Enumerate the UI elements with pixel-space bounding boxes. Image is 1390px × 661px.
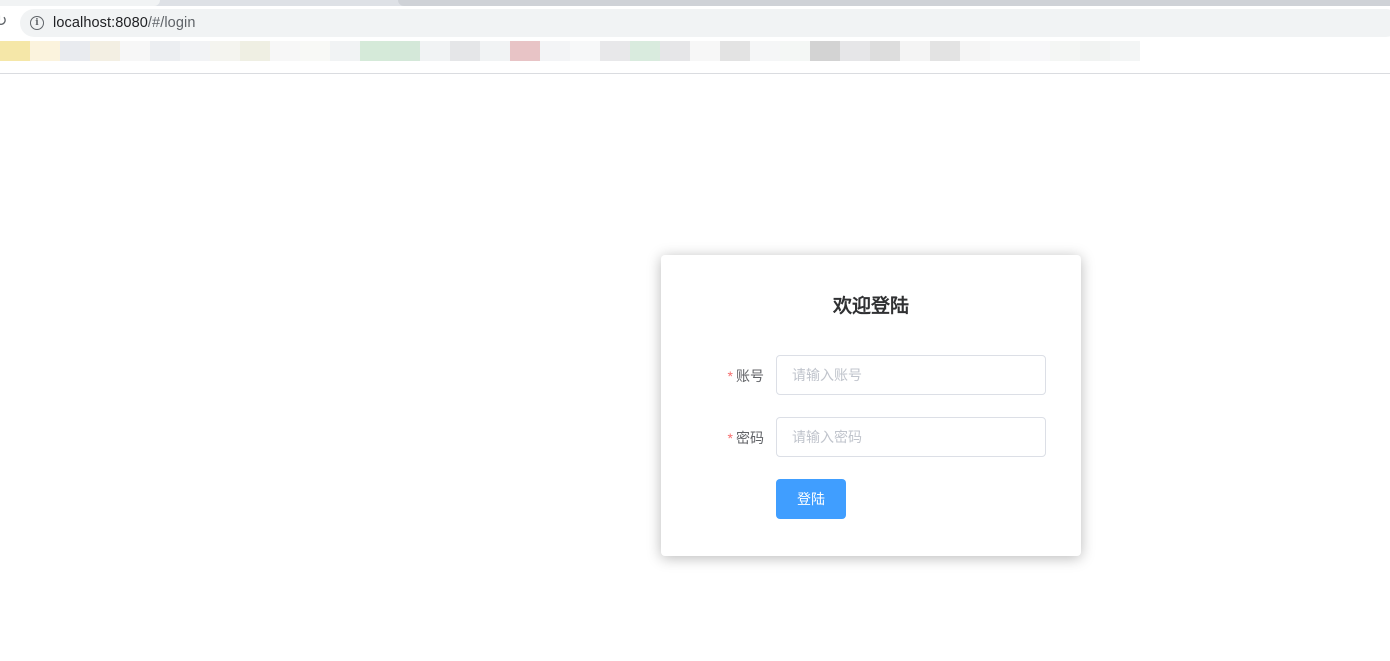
- required-mark: *: [727, 368, 733, 384]
- url-path: /#/login: [147, 15, 196, 31]
- password-label-text: 密码: [736, 430, 764, 446]
- bookmark-item[interactable]: [1110, 41, 1140, 61]
- account-label-text: 账号: [736, 368, 764, 384]
- bookmark-item[interactable]: [840, 41, 870, 61]
- login-title: 欢迎登陆: [832, 296, 909, 317]
- bookmark-item[interactable]: [630, 41, 660, 61]
- bookmark-item[interactable]: [1020, 41, 1050, 61]
- account-input[interactable]: [776, 355, 1046, 395]
- password-input[interactable]: [776, 417, 1046, 457]
- bookmarks-bar: [0, 40, 1390, 74]
- bookmark-item[interactable]: [420, 41, 450, 61]
- bookmark-item[interactable]: [390, 41, 420, 61]
- info-icon[interactable]: i: [30, 16, 44, 30]
- bookmark-item[interactable]: [0, 41, 30, 61]
- bookmark-item[interactable]: [1080, 41, 1110, 61]
- address-bar[interactable]: i localhost:8080/#/login: [20, 9, 1390, 37]
- bookmark-item[interactable]: [510, 41, 540, 61]
- bookmark-item[interactable]: [990, 41, 1020, 61]
- bookmark-item[interactable]: [330, 41, 360, 61]
- login-card: 欢迎登陆 *账号 *密码 登陆: [661, 255, 1081, 556]
- bookmark-item[interactable]: [60, 41, 90, 61]
- bookmark-item[interactable]: [720, 41, 750, 61]
- account-form-item: * 账号: [661, 355, 1081, 395]
- bookmark-item[interactable]: [960, 41, 990, 61]
- bookmark-item[interactable]: [120, 41, 150, 61]
- bookmark-item[interactable]: [660, 41, 690, 61]
- page-content: 欢迎登陆 *账号 *密码 登陆: [0, 74, 1390, 661]
- password-label: * 密码: [728, 428, 764, 448]
- bookmark-item[interactable]: [450, 41, 480, 61]
- bookmark-item[interactable]: [90, 41, 120, 61]
- url-text[interactable]: localhost:8080/#/login: [53, 15, 195, 31]
- bookmark-item[interactable]: [600, 41, 630, 61]
- bookmark-item[interactable]: [300, 41, 330, 61]
- bookmark-item[interactable]: [750, 41, 780, 61]
- password-form-item: * 密码: [661, 417, 1081, 457]
- bookmark-item[interactable]: [210, 41, 240, 61]
- bookmark-item[interactable]: [570, 41, 600, 61]
- bookmark-item[interactable]: [360, 41, 390, 61]
- bookmark-item[interactable]: [150, 41, 180, 61]
- bookmark-item[interactable]: [870, 41, 900, 61]
- bookmark-item[interactable]: [690, 41, 720, 61]
- reload-icon[interactable]: ↻: [0, 14, 10, 30]
- bookmark-item[interactable]: [930, 41, 960, 61]
- bookmark-item[interactable]: [780, 41, 810, 61]
- browser-toolbar: ↻ i localhost:8080/#/login: [0, 6, 1390, 40]
- bookmark-item[interactable]: [30, 41, 60, 61]
- bookmark-item[interactable]: [180, 41, 210, 61]
- url-host: localhost:8080: [53, 15, 148, 31]
- bookmark-item[interactable]: [540, 41, 570, 61]
- bookmark-item[interactable]: [810, 41, 840, 61]
- login-button[interactable]: 登陆: [776, 479, 846, 519]
- required-mark: *: [727, 430, 733, 446]
- account-label: * 账号: [728, 366, 764, 386]
- bookmark-item[interactable]: [240, 41, 270, 61]
- bookmark-item[interactable]: [270, 41, 300, 61]
- bookmark-item[interactable]: [900, 41, 930, 61]
- bookmark-item[interactable]: [480, 41, 510, 61]
- bookmark-item[interactable]: [1050, 41, 1080, 61]
